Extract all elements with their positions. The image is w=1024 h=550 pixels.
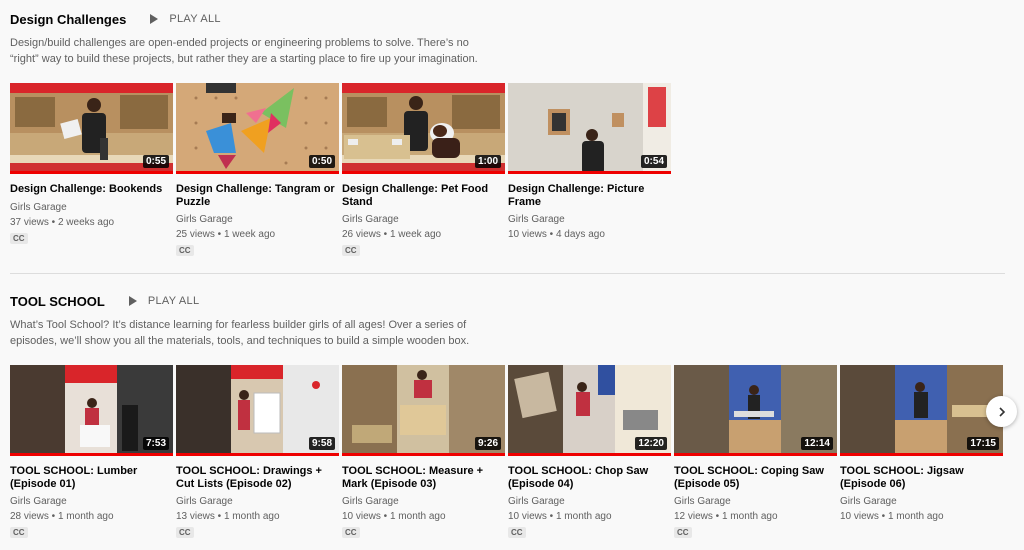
cc-badge: CC xyxy=(176,245,194,256)
video-row: 7:53 TOOL SCHOOL: Lumber (Episode 01) Gi… xyxy=(10,365,1006,540)
channel-name[interactable]: Girls Garage xyxy=(176,496,339,507)
video-meta: 12 views • 1 month ago xyxy=(674,511,778,522)
cc-badge: CC xyxy=(508,527,526,538)
section-header: Design Challenges PLAY ALL xyxy=(10,8,1005,30)
video-duration: 0:50 xyxy=(308,155,335,168)
section-design-challenges: Design Challenges PLAY ALL Design/build … xyxy=(10,8,1005,256)
section-header: TOOL SCHOOL PLAY ALL xyxy=(10,290,1005,312)
video-card[interactable]: 9:26 TOOL SCHOOL: Measure + Mark (Episod… xyxy=(342,365,505,540)
watch-progress-bar xyxy=(840,453,1003,456)
video-title[interactable]: TOOL SCHOOL: Drawings + Cut Lists (Episo… xyxy=(176,465,339,490)
video-card[interactable]: 0:55 Design Challenge: Bookends Girls Ga… xyxy=(10,83,173,258)
video-duration: 12:20 xyxy=(635,437,667,450)
video-title[interactable]: TOOL SCHOOL: Lumber (Episode 01) xyxy=(10,465,173,490)
video-title[interactable]: TOOL SCHOOL: Measure + Mark (Episode 03) xyxy=(342,465,505,490)
section-tool-school: TOOL SCHOOL PLAY ALL What’s Tool School?… xyxy=(10,290,1005,538)
watch-progress-bar xyxy=(10,453,173,456)
cc-badge: CC xyxy=(10,527,28,538)
channel-name[interactable]: Girls Garage xyxy=(840,496,1003,507)
video-card[interactable]: 12:20 TOOL SCHOOL: Chop Saw (Episode 04)… xyxy=(508,365,671,540)
channel-page: Design Challenges PLAY ALL Design/build … xyxy=(0,0,1024,550)
video-title[interactable]: Design Challenge: Pet Food Stand xyxy=(342,183,505,208)
video-thumbnail[interactable]: 7:53 xyxy=(10,365,173,456)
video-duration: 0:54 xyxy=(640,155,667,168)
video-duration: 9:58 xyxy=(308,437,335,450)
play-icon xyxy=(150,14,159,24)
video-meta: 10 views • 1 month ago xyxy=(508,511,612,522)
play-icon xyxy=(128,296,137,306)
channel-name[interactable]: Girls Garage xyxy=(10,496,173,507)
section-title[interactable]: Design Challenges xyxy=(10,12,126,27)
channel-name[interactable]: Girls Garage xyxy=(10,202,173,213)
video-card[interactable]: 9:58 TOOL SCHOOL: Drawings + Cut Lists (… xyxy=(176,365,339,540)
video-title[interactable]: Design Challenge: Bookends xyxy=(10,183,173,196)
video-meta: 10 views • 1 month ago xyxy=(840,511,944,522)
video-thumbnail[interactable]: 9:26 xyxy=(342,365,505,456)
video-thumbnail[interactable]: 9:58 xyxy=(176,365,339,456)
video-thumbnail[interactable]: 0:50 xyxy=(176,83,339,174)
video-duration: 9:26 xyxy=(474,437,501,450)
channel-name[interactable]: Girls Garage xyxy=(342,214,505,225)
video-duration: 7:53 xyxy=(142,437,169,450)
video-duration: 0:55 xyxy=(142,155,169,168)
video-title[interactable]: TOOL SCHOOL: Chop Saw (Episode 04) xyxy=(508,465,671,490)
channel-name[interactable]: Girls Garage xyxy=(342,496,505,507)
cc-badge: CC xyxy=(674,527,692,538)
play-all-label: PLAY ALL xyxy=(147,295,200,307)
video-thumbnail[interactable]: 0:54 xyxy=(508,83,671,174)
channel-name[interactable]: Girls Garage xyxy=(674,496,837,507)
video-title[interactable]: Design Challenge: Picture Frame xyxy=(508,183,671,208)
cc-badge: CC xyxy=(342,245,360,256)
video-thumbnail[interactable]: 1:00 xyxy=(342,83,505,174)
video-card[interactable]: 0:50 Design Challenge: Tangram or Puzzle… xyxy=(176,83,339,258)
video-card[interactable]: 7:53 TOOL SCHOOL: Lumber (Episode 01) Gi… xyxy=(10,365,173,540)
video-meta: 28 views • 1 month ago xyxy=(10,511,114,522)
section-title[interactable]: TOOL SCHOOL xyxy=(10,294,105,309)
section-description: What’s Tool School? It’s distance learni… xyxy=(10,319,470,347)
video-card[interactable]: 1:00 Design Challenge: Pet Food Stand Gi… xyxy=(342,83,505,258)
video-meta: 37 views • 2 weeks ago xyxy=(10,216,115,228)
watch-progress-bar xyxy=(508,453,671,456)
video-card[interactable]: 17:15 TOOL SCHOOL: Jigsaw (Episode 06) G… xyxy=(840,365,1003,540)
channel-name[interactable]: Girls Garage xyxy=(176,214,339,225)
video-meta: 13 views • 1 month ago xyxy=(176,511,280,522)
watch-progress-bar xyxy=(176,171,339,174)
video-meta: 26 views • 1 week ago xyxy=(342,229,442,240)
video-card[interactable]: 0:54 Design Challenge: Picture Frame Gir… xyxy=(508,83,671,258)
video-title[interactable]: Design Challenge: Tangram or Puzzle xyxy=(176,183,339,208)
section-description: Design/build challenges are open-ended p… xyxy=(10,37,478,65)
chevron-right-icon xyxy=(998,406,1005,417)
watch-progress-bar xyxy=(176,453,339,456)
channel-name[interactable]: Girls Garage xyxy=(508,214,671,225)
cc-badge: CC xyxy=(342,527,360,538)
video-duration: 1:00 xyxy=(474,155,501,168)
cc-badge: CC xyxy=(176,527,194,538)
video-meta: 10 views • 4 days ago xyxy=(508,229,605,240)
play-all-button[interactable]: PLAY ALL xyxy=(150,13,221,25)
watch-progress-bar xyxy=(674,453,837,456)
play-all-button[interactable]: PLAY ALL xyxy=(128,295,200,307)
watch-progress-bar xyxy=(342,171,505,174)
section-divider xyxy=(10,273,1005,274)
video-thumbnail[interactable]: 17:15 xyxy=(840,365,1003,456)
video-meta: 10 views • 1 month ago xyxy=(342,511,446,522)
video-meta: 25 views • 1 week ago xyxy=(176,229,276,240)
video-thumbnail[interactable]: 12:14 xyxy=(674,365,837,456)
video-title[interactable]: TOOL SCHOOL: Coping Saw (Episode 05) xyxy=(674,465,837,490)
next-button[interactable] xyxy=(986,396,1017,427)
watch-progress-bar xyxy=(342,453,505,456)
channel-name[interactable]: Girls Garage xyxy=(508,496,671,507)
cc-badge: CC xyxy=(10,232,28,244)
video-card[interactable]: 12:14 TOOL SCHOOL: Coping Saw (Episode 0… xyxy=(674,365,837,540)
video-thumbnail[interactable]: 0:55 xyxy=(10,83,173,174)
play-all-label: PLAY ALL xyxy=(169,13,221,25)
video-duration: 17:15 xyxy=(967,437,999,450)
watch-progress-bar xyxy=(508,171,671,174)
video-row: 0:55 Design Challenge: Bookends Girls Ga… xyxy=(10,83,674,258)
video-thumbnail[interactable]: 12:20 xyxy=(508,365,671,456)
watch-progress-bar xyxy=(10,171,173,174)
video-duration: 12:14 xyxy=(801,437,833,450)
video-title[interactable]: TOOL SCHOOL: Jigsaw (Episode 06) xyxy=(840,465,1003,490)
